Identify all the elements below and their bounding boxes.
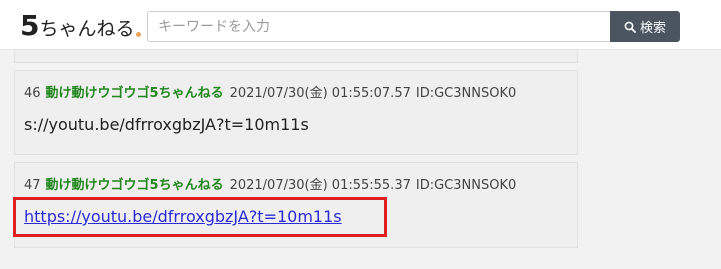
logo-five: 5 <box>20 9 40 42</box>
post-number[interactable]: 47 <box>24 178 41 193</box>
site-logo[interactable]: 5 ちゃんねる <box>20 10 141 40</box>
post-author-name: 動け動けウゴウゴ5ちゃんねる <box>45 178 224 193</box>
post-id[interactable]: ID:GC3NNSOK0 <box>416 86 516 101</box>
site-header: 5 ちゃんねる 検索 <box>0 0 721 50</box>
highlight-box <box>13 197 387 237</box>
search-input[interactable] <box>147 11 610 42</box>
previous-post-fragment <box>14 50 578 63</box>
post-number[interactable]: 46 <box>24 86 41 101</box>
search-button-label: 検索 <box>639 21 666 36</box>
search-icon <box>624 21 636 33</box>
post-meta: 47 動け動けウゴウゴ5ちゃんねる 2021/07/30(金) 01:55:55… <box>24 174 516 193</box>
search-button[interactable]: 検索 <box>610 11 680 42</box>
post-author-name: 動け動けウゴウゴ5ちゃんねる <box>45 86 224 101</box>
logo-dot <box>135 32 141 37</box>
post-date: 2021/07/30(金) 01:55:55.37 <box>229 178 411 193</box>
post-meta: 46 動け動けウゴウゴ5ちゃんねる 2021/07/30(金) 01:55:07… <box>24 82 516 101</box>
logo-text: ちゃんねる <box>39 18 135 40</box>
post-46: 46 動け動けウゴウゴ5ちゃんねる 2021/07/30(金) 01:55:07… <box>14 70 578 155</box>
post-body-text: s://youtu.be/dfrroxgbzJA?t=10m11s <box>24 115 309 134</box>
post-date: 2021/07/30(金) 01:55:07.57 <box>229 86 411 101</box>
post-id[interactable]: ID:GC3NNSOK0 <box>416 178 516 193</box>
